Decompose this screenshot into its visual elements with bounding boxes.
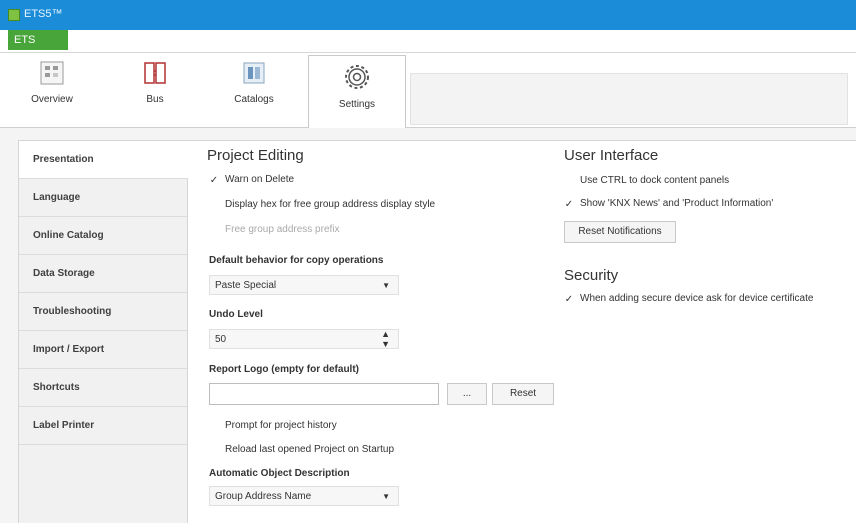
- tab-overview-label: Overview: [31, 94, 73, 105]
- title-bar: ETS5™: [0, 0, 856, 30]
- window-title: ETS5™: [24, 8, 63, 20]
- sidebar-item-shortcuts[interactable]: Shortcuts: [19, 369, 187, 407]
- ribbon: Overview Bus Catalogs Settings: [0, 53, 856, 128]
- auto-description-label: Automatic Object Description: [209, 468, 350, 479]
- copy-behavior-value: Paste Special: [215, 280, 277, 291]
- sidebar-item-language[interactable]: Language: [19, 179, 187, 217]
- reset-logo-button[interactable]: Reset: [492, 383, 554, 405]
- reload-last-project-label: Reload last opened Project on Startup: [225, 444, 394, 455]
- ribbon-empty-area: [410, 73, 848, 125]
- free-group-prefix-checkbox: Free group address prefix: [209, 223, 340, 235]
- sidebar-item-label-printer[interactable]: Label Printer: [19, 407, 187, 445]
- ets-menu-button[interactable]: ETS: [8, 30, 68, 50]
- auto-description-value: Group Address Name: [215, 491, 312, 502]
- settings-gear-icon: [309, 62, 405, 95]
- ask-certificate-label: When adding secure device ask for device…: [580, 293, 814, 304]
- bus-icon: [130, 59, 180, 90]
- sidebar-item-import-export[interactable]: Import / Export: [19, 331, 187, 369]
- menu-bar: ETS: [0, 30, 856, 53]
- settings-panel: Presentation Language Online Catalog Dat…: [18, 140, 856, 523]
- sidebar-item-presentation[interactable]: Presentation: [19, 141, 188, 179]
- user-interface-heading: User Interface: [564, 147, 659, 164]
- tab-settings[interactable]: Settings: [308, 55, 406, 128]
- checkmark-icon: ✓: [564, 294, 574, 305]
- show-news-label: Show 'KNX News' and 'Product Information…: [580, 198, 774, 209]
- display-hex-checkbox[interactable]: Display hex for free group address displ…: [209, 198, 435, 210]
- undo-level-spinner[interactable]: 50 ▲ ▼: [209, 329, 399, 349]
- app-icon: [8, 9, 20, 21]
- settings-sidebar: Presentation Language Online Catalog Dat…: [19, 141, 188, 523]
- checkmark-icon: ✓: [564, 199, 574, 210]
- show-news-checkbox[interactable]: ✓ Show 'KNX News' and 'Product Informatio…: [564, 198, 773, 210]
- overview-icon: [20, 59, 84, 90]
- sidebar-item-data-storage[interactable]: Data Storage: [19, 255, 187, 293]
- ctrl-dock-checkbox[interactable]: Use CTRL to dock content panels: [564, 174, 729, 186]
- ask-certificate-checkbox[interactable]: ✓ When adding secure device ask for devic…: [564, 293, 814, 305]
- copy-behavior-label: Default behavior for copy operations: [209, 255, 384, 266]
- chevron-down-icon: ▼: [382, 281, 390, 290]
- sidebar-item-online-catalog[interactable]: Online Catalog: [19, 217, 187, 255]
- checkmark-icon: ✓: [209, 175, 219, 186]
- chevron-down-icon: ▼: [382, 492, 390, 501]
- reload-last-project-checkbox[interactable]: Reload last opened Project on Startup: [209, 443, 394, 455]
- browse-logo-button[interactable]: ...: [447, 383, 487, 405]
- tab-settings-label: Settings: [338, 99, 376, 110]
- free-group-prefix-label: Free group address prefix: [225, 224, 340, 235]
- tab-catalogs-label: Catalogs: [234, 94, 274, 105]
- prompt-history-checkbox[interactable]: Prompt for project history: [209, 419, 337, 431]
- warn-on-delete-checkbox[interactable]: ✓ Warn on Delete: [209, 174, 294, 186]
- tab-catalogs[interactable]: Catalogs: [222, 59, 286, 105]
- tab-bus[interactable]: Bus: [130, 59, 180, 105]
- report-logo-input[interactable]: [209, 383, 439, 405]
- auto-description-dropdown[interactable]: Group Address Name ▼: [209, 486, 399, 506]
- display-hex-label: Display hex for free group address displ…: [225, 199, 436, 210]
- sidebar-item-troubleshooting[interactable]: Troubleshooting: [19, 293, 187, 331]
- tab-bus-label: Bus: [146, 94, 164, 105]
- copy-behavior-dropdown[interactable]: Paste Special ▼: [209, 275, 399, 295]
- spinner-arrows-icon[interactable]: ▲ ▼: [381, 329, 390, 349]
- undo-level-label: Undo Level: [209, 309, 263, 320]
- security-heading: Security: [564, 267, 619, 284]
- prompt-history-label: Prompt for project history: [225, 420, 337, 431]
- catalogs-icon: [222, 59, 286, 90]
- project-editing-heading: Project Editing: [207, 147, 304, 164]
- undo-level-value: 50: [215, 334, 227, 345]
- tab-overview[interactable]: Overview: [20, 59, 84, 105]
- warn-on-delete-label: Warn on Delete: [225, 174, 295, 185]
- reset-notifications-button[interactable]: Reset Notifications: [564, 221, 676, 243]
- report-logo-label: Report Logo (empty for default): [209, 364, 359, 375]
- ctrl-dock-label: Use CTRL to dock content panels: [580, 175, 730, 186]
